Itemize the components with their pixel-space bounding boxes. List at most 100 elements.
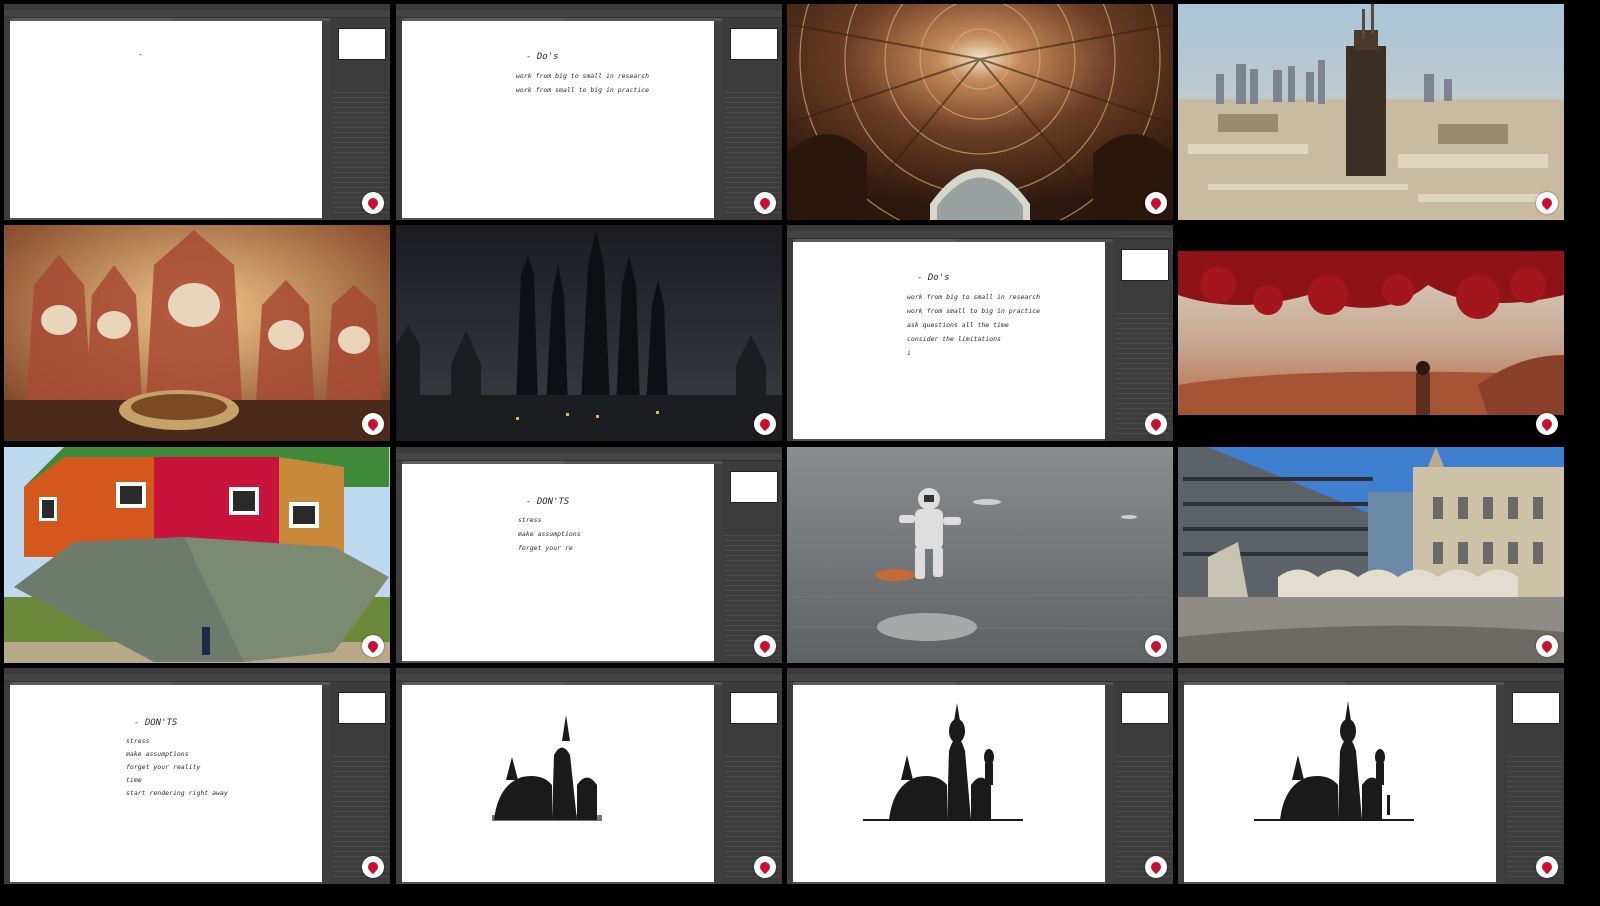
tile-photo-dome-ceiling [787, 4, 1173, 220]
tile-photo-astronaut-water [787, 447, 1173, 663]
ps-navigator-thumbnail [730, 692, 778, 724]
donts-item-3-partial: forget your re [518, 544, 573, 552]
ps-panel-strip[interactable] [714, 685, 722, 884]
contact-sheet-grid: - - Do's work from big to small in resea… [0, 0, 1600, 906]
brand-logo-icon [1536, 192, 1558, 214]
donts-title: - DON'TS [134, 718, 178, 728]
brand-logo-icon [362, 635, 384, 657]
castle-sketch-1 [492, 715, 602, 821]
ps-options-bar [787, 674, 1173, 682]
castle-sketch-2 [863, 703, 1023, 821]
ps-options-bar [1178, 674, 1564, 682]
ps-canvas[interactable]: - Do's work from big to small in researc… [402, 21, 714, 218]
dos-item-1: work from big to small in research [907, 293, 1040, 301]
donts-item-2: make assumptions [125, 750, 189, 758]
tile-photo-upside-down-house [4, 447, 390, 663]
donts-item-2: make assumptions [517, 530, 581, 538]
dos-item-5: i [907, 349, 911, 357]
canvas-notes: - [138, 50, 143, 60]
dos-item-4: consider the limitations [907, 335, 1001, 343]
ps-navigator-thumbnail [730, 28, 778, 60]
ps-options-bar [396, 674, 782, 682]
tile-photoshop-sketch-1[interactable] [396, 668, 782, 884]
tile-photoshop-dos-2[interactable]: - Do's work from big to small in researc… [396, 4, 782, 220]
ps-panel-strip[interactable] [322, 21, 330, 220]
canvas-notes: - DON'TS stress make assumptions forget … [125, 718, 228, 797]
dos-item-2: work from small to big in practice [907, 307, 1040, 315]
tile-photoshop-donts-5[interactable]: - DON'TS stress make assumptions forget … [4, 668, 390, 884]
ps-right-panel[interactable] [722, 461, 782, 663]
brand-logo-icon [1145, 856, 1167, 878]
tile-photoshop-sketch-2[interactable] [787, 668, 1173, 884]
tile-photo-guildhall [1178, 447, 1564, 663]
red-maple-image [1178, 225, 1564, 441]
brand-logo-icon [362, 856, 384, 878]
donts-item-4: time [126, 776, 142, 784]
ps-right-panel[interactable] [1113, 239, 1173, 441]
tile-photoshop-dos-5[interactable]: - Do's work from big to small in researc… [787, 225, 1173, 441]
ps-panel-strip[interactable] [714, 464, 722, 663]
ps-canvas[interactable]: - DON'TS stress make assumptions forget … [402, 464, 714, 661]
ps-options-bar [4, 10, 390, 18]
tile-photo-red-maple [1178, 225, 1564, 441]
canvas-notes: - DON'TS stress make assumptions forget … [517, 497, 581, 552]
dos-title: - Do's [526, 52, 559, 62]
ps-navigator-thumbnail [1121, 692, 1169, 724]
tile-photoshop-donts-3[interactable]: - DON'TS stress make assumptions forget … [396, 447, 782, 663]
canvas-notes: - Do's work from big to small in researc… [907, 273, 1040, 357]
donts-title: - DON'TS [526, 497, 570, 507]
ps-canvas[interactable]: - DON'TS stress make assumptions forget … [10, 685, 322, 882]
ps-right-panel[interactable] [330, 18, 390, 220]
ps-options-bar [396, 10, 782, 18]
ps-canvas[interactable]: - Do's work from big to small in researc… [793, 242, 1105, 439]
dome-ceiling-image [787, 4, 1173, 220]
tile-photoshop-sketch-3[interactable] [1178, 668, 1564, 884]
ps-right-panel[interactable] [1113, 682, 1173, 884]
ps-navigator-thumbnail [1512, 692, 1560, 724]
ps-right-panel[interactable] [722, 18, 782, 220]
ps-panel-strip[interactable] [1496, 685, 1504, 884]
ps-panel-strip[interactable] [714, 21, 722, 220]
dos-title: - Do's [917, 273, 950, 283]
dos-item-3: ask questions all the time [907, 321, 1009, 329]
empty-mark: - [138, 50, 143, 60]
brand-logo-icon [754, 192, 776, 214]
donts-item-1: stress [126, 737, 150, 745]
ps-canvas[interactable]: - [10, 21, 322, 218]
castle-sketch-3 [1254, 701, 1414, 821]
brand-logo-icon [1145, 413, 1167, 435]
ps-canvas[interactable] [793, 685, 1105, 882]
brand-logo-icon [754, 856, 776, 878]
brand-logo-icon [362, 413, 384, 435]
tile-photo-animal-feast [4, 225, 390, 441]
ps-navigator-thumbnail [730, 471, 778, 503]
ps-canvas[interactable] [402, 685, 714, 882]
upside-down-house-image [4, 447, 390, 663]
brand-logo-icon [1145, 192, 1167, 214]
brand-logo-icon [1536, 856, 1558, 878]
ps-right-panel[interactable] [1504, 682, 1564, 884]
tile-photoshop-blank[interactable]: - [4, 4, 390, 220]
ps-panel-strip[interactable] [322, 685, 330, 884]
ps-panel-strip[interactable] [1105, 685, 1113, 884]
dos-item-2: work from small to big in practice [516, 86, 649, 94]
ps-navigator-thumbnail [338, 28, 386, 60]
ps-right-panel[interactable] [722, 682, 782, 884]
ps-navigator-thumbnail [338, 692, 386, 724]
ps-right-panel[interactable] [330, 682, 390, 884]
ps-canvas[interactable] [1184, 685, 1496, 882]
ps-options-bar [396, 453, 782, 461]
brand-logo-icon [1145, 635, 1167, 657]
donts-item-3: forget your reality [126, 763, 200, 771]
ps-options-bar [4, 674, 390, 682]
brand-logo-icon [754, 413, 776, 435]
animal-feast-image [4, 225, 390, 441]
brand-logo-icon [362, 192, 384, 214]
donts-item-5: start rendering right away [126, 789, 228, 797]
tile-photo-construction-city [1178, 4, 1564, 220]
ps-navigator-thumbnail [1121, 249, 1169, 281]
ps-panel-strip[interactable] [1105, 242, 1113, 441]
brand-logo-icon [1536, 413, 1558, 435]
construction-city-image [1178, 4, 1564, 220]
astronaut-water-image [787, 447, 1173, 663]
